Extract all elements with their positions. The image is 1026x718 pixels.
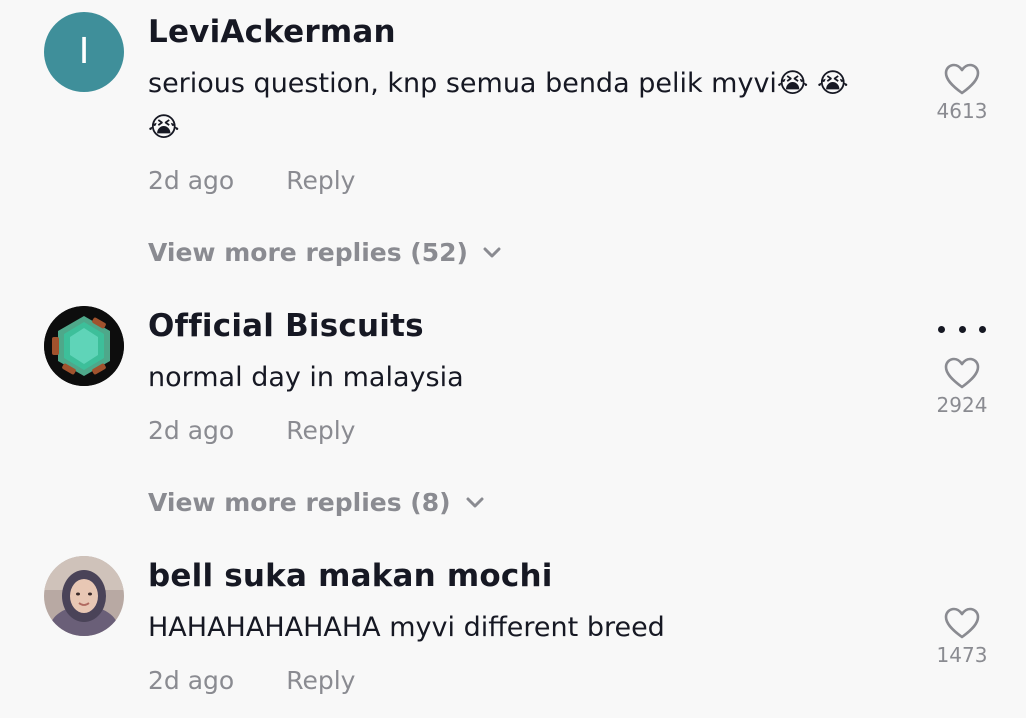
comment-meta: 2d ago Reply (148, 666, 355, 695)
chevron-down-icon (466, 497, 484, 507)
reply-button[interactable]: Reply (286, 416, 355, 445)
like-button[interactable]: 1473 (922, 606, 1002, 667)
comment-username[interactable]: Official Biscuits (148, 308, 424, 344)
like-count: 2924 (936, 393, 988, 417)
view-more-replies-button[interactable]: View more replies (8) (148, 488, 485, 517)
view-more-replies-label: View more replies (52) (148, 238, 468, 267)
dot (979, 325, 986, 333)
reply-button[interactable]: Reply (286, 666, 355, 695)
dot (958, 325, 966, 333)
heart-outline-icon (944, 607, 980, 639)
like-count: 4613 (936, 99, 988, 123)
comment-time: 2d ago (148, 666, 235, 695)
avatar-initial: I (78, 31, 90, 72)
dot (938, 325, 945, 333)
like-count: 1473 (936, 643, 988, 667)
comment-text: HAHAHAHAHAHA myvi different breed (148, 612, 665, 643)
like-button[interactable]: 2924 (922, 356, 1002, 417)
comment-time: 2d ago (148, 166, 235, 195)
heart-outline-icon (944, 357, 980, 389)
comment-meta: 2d ago Reply (148, 416, 355, 445)
comment-username[interactable]: bell suka makan mochi (148, 558, 553, 594)
avatar[interactable] (44, 556, 124, 636)
avatar[interactable] (44, 306, 124, 386)
hexagon-logo-icon (44, 306, 124, 386)
like-button[interactable]: 4613 (922, 62, 1002, 123)
view-more-replies-button[interactable]: View more replies (52) (148, 238, 502, 267)
profile-photo-icon (44, 556, 124, 636)
comment-meta: 2d ago Reply (148, 166, 355, 195)
comment-username[interactable]: LeviAckerman (148, 14, 396, 50)
reply-button[interactable]: Reply (286, 166, 355, 195)
comment-text: normal day in malaysia (148, 362, 464, 393)
view-more-replies-label: View more replies (8) (148, 488, 451, 517)
chevron-down-icon (483, 247, 501, 257)
heart-outline-icon (944, 63, 980, 95)
avatar[interactable]: I (44, 12, 124, 92)
comment-text: serious question, knp semua benda pelik … (148, 68, 849, 143)
comment-time: 2d ago (148, 416, 235, 445)
more-options-button[interactable] (938, 322, 986, 336)
